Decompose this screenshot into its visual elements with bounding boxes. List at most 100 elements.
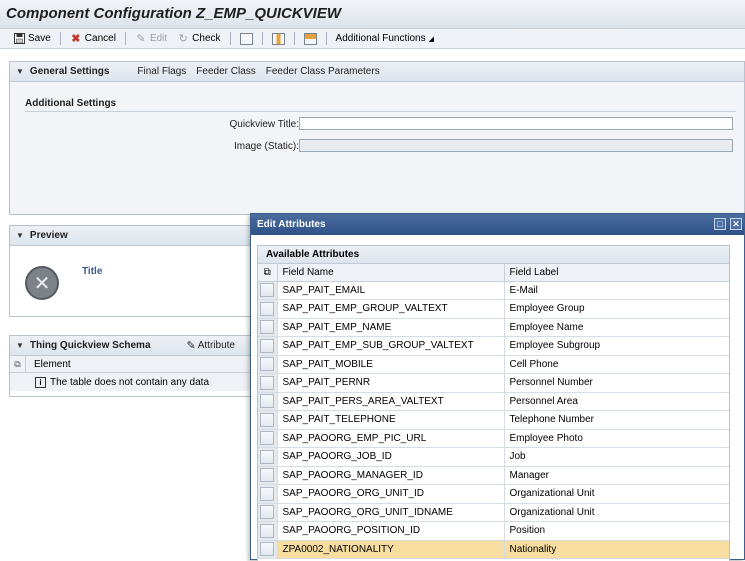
field-label-cell: Manager bbox=[504, 466, 729, 485]
row-selector[interactable] bbox=[258, 373, 278, 393]
row-selector[interactable] bbox=[258, 466, 278, 485]
row-selector-box[interactable] bbox=[260, 394, 275, 409]
row-selector[interactable] bbox=[258, 299, 278, 319]
feeder-class-parameters-link[interactable]: Feeder Class Parameters bbox=[266, 66, 380, 77]
general-settings-header[interactable]: ▼ General Settings Final Flags Feeder Cl… bbox=[10, 62, 744, 82]
table-row[interactable]: SAP_PAOORG_JOB_ID Job bbox=[258, 447, 729, 467]
info-icon: i bbox=[35, 376, 46, 388]
dialog-title-bar[interactable]: Edit Attributes □ ✕ bbox=[251, 214, 744, 235]
row-selector[interactable] bbox=[258, 336, 278, 356]
row-selector-box[interactable] bbox=[260, 449, 275, 464]
layout-button-rows[interactable] bbox=[299, 30, 322, 48]
row-selector[interactable] bbox=[258, 484, 278, 504]
toolbar-divider bbox=[293, 32, 295, 45]
table-row[interactable]: SAP_PAIT_EMP_GROUP_VALTEXT Employee Group bbox=[258, 299, 729, 319]
row-selector-box[interactable] bbox=[260, 283, 275, 298]
row-selector[interactable] bbox=[258, 447, 278, 467]
quickview-title-label: Quickview Title: bbox=[229, 119, 299, 130]
cancel-button[interactable]: ✖ Cancel bbox=[65, 30, 121, 48]
layout-button-columns[interactable] bbox=[267, 30, 290, 48]
field-label-cell: Telephone Number bbox=[504, 410, 729, 430]
section-divider bbox=[25, 111, 736, 112]
additional-functions-button[interactable]: Additional Functions ◢ bbox=[331, 30, 439, 48]
row-selector[interactable] bbox=[258, 281, 278, 300]
table-row[interactable]: SAP_PAIT_EMAIL E-Mail bbox=[258, 281, 729, 300]
row-selector-box[interactable] bbox=[260, 301, 275, 316]
row-selector-box[interactable] bbox=[260, 338, 275, 353]
feeder-class-link[interactable]: Feeder Class bbox=[196, 66, 255, 77]
layout-button-grid[interactable] bbox=[235, 30, 258, 48]
toolbar-divider bbox=[229, 32, 231, 45]
attribute-label: Attribute bbox=[197, 340, 235, 351]
quickview-title-input[interactable] bbox=[299, 117, 733, 130]
table-row[interactable]: SAP_PAIT_EMP_SUB_GROUP_VALTEXT Employee S… bbox=[258, 336, 729, 356]
field-name-cell: SAP_PAIT_PERS_AREA_VALTEXT bbox=[277, 392, 505, 411]
field-name-cell: SAP_PAOORG_JOB_ID bbox=[277, 447, 505, 467]
row-selector-box[interactable] bbox=[260, 375, 275, 390]
table-row[interactable]: SAP_PAIT_TELEPHONE Telephone Number bbox=[258, 410, 729, 430]
table-settings-icon[interactable]: ⧉ bbox=[10, 356, 26, 372]
final-flags-link[interactable]: Final Flags bbox=[137, 66, 186, 77]
edit-attributes-dialog: Edit Attributes □ ✕ Available Attributes… bbox=[250, 213, 745, 561]
schema-title: Thing Quickview Schema bbox=[29, 340, 151, 351]
layout-rows-icon bbox=[303, 32, 317, 45]
row-selector[interactable] bbox=[258, 318, 278, 337]
row-selector-box[interactable] bbox=[260, 468, 275, 483]
layout-grid-icon bbox=[239, 32, 253, 45]
general-settings-panel: ▼ General Settings Final Flags Feeder Cl… bbox=[9, 61, 745, 215]
toolbar-divider bbox=[124, 32, 126, 45]
row-selector[interactable] bbox=[258, 392, 278, 411]
table-row[interactable]: SAP_PAOORG_POSITION_ID Position bbox=[258, 521, 729, 541]
field-name-cell: SAP_PAOORG_ORG_UNIT_ID bbox=[277, 484, 505, 504]
table-row[interactable]: SAP_PAIT_PERNR Personnel Number bbox=[258, 373, 729, 393]
table-row[interactable]: SAP_PAOORG_EMP_PIC_URL Employee Photo bbox=[258, 429, 729, 448]
save-button[interactable]: Save bbox=[8, 30, 56, 48]
caret-icon: ◢ bbox=[428, 35, 434, 43]
maximize-icon[interactable]: □ bbox=[714, 218, 726, 230]
row-selector-box[interactable] bbox=[260, 431, 275, 446]
toolbar-divider bbox=[59, 32, 61, 45]
row-selector[interactable] bbox=[258, 355, 278, 374]
row-selector-box[interactable] bbox=[260, 320, 275, 335]
table-row[interactable]: SAP_PAOORG_ORG_UNIT_IDNAME Organizational… bbox=[258, 503, 729, 522]
table-row[interactable]: SAP_PAIT_MOBILE Cell Phone bbox=[258, 355, 729, 374]
row-selector-box[interactable] bbox=[260, 357, 275, 372]
dialog-title: Edit Attributes bbox=[257, 219, 326, 230]
row-selector[interactable] bbox=[258, 540, 278, 559]
field-label-cell: Personnel Number bbox=[504, 373, 729, 393]
table-row[interactable]: SAP_PAOORG_ORG_UNIT_ID Organizational Uni… bbox=[258, 484, 729, 504]
table-row[interactable]: SAP_PAIT_PERS_AREA_VALTEXT Personnel Area bbox=[258, 392, 729, 411]
row-selector[interactable] bbox=[258, 521, 278, 541]
field-name-cell: SAP_PAIT_PERNR bbox=[277, 373, 505, 393]
preview-item-title[interactable]: Title bbox=[82, 266, 102, 277]
row-selector[interactable] bbox=[258, 410, 278, 430]
image-static-input[interactable] bbox=[299, 139, 733, 152]
close-icon[interactable]: ✕ bbox=[730, 218, 742, 230]
row-selector-box[interactable] bbox=[260, 412, 275, 427]
attribute-button[interactable]: ✎ Attribute bbox=[187, 339, 235, 352]
collapse-triangle-icon[interactable]: ▼ bbox=[16, 67, 24, 76]
field-name-column-header[interactable]: Field Name bbox=[277, 264, 505, 282]
field-label-cell: Employee Photo bbox=[504, 429, 729, 448]
check-button[interactable]: ↻ Check bbox=[172, 30, 225, 48]
table-row[interactable]: ZPA0002_NATIONALITY Nationality bbox=[258, 540, 729, 559]
table-row[interactable]: SAP_PAOORG_MANAGER_ID Manager bbox=[258, 466, 729, 485]
field-label-column-header[interactable]: Field Label bbox=[504, 264, 729, 282]
collapse-triangle-icon[interactable]: ▼ bbox=[16, 231, 24, 240]
table-settings-icon[interactable]: ⧉ bbox=[258, 264, 278, 282]
row-selector[interactable] bbox=[258, 503, 278, 522]
row-selector[interactable] bbox=[258, 429, 278, 448]
toolbar-divider bbox=[261, 32, 263, 45]
table-row[interactable]: SAP_PAIT_EMP_NAME Employee Name bbox=[258, 318, 729, 337]
available-attributes-header: Available Attributes bbox=[258, 246, 729, 264]
pencil-icon: ✎ bbox=[136, 32, 146, 45]
collapse-triangle-icon[interactable]: ▼ bbox=[16, 341, 24, 350]
image-static-label: Image (Static): bbox=[233, 141, 299, 152]
row-selector-box[interactable] bbox=[260, 523, 275, 538]
additional-functions-label: Additional Functions bbox=[335, 33, 426, 44]
row-selector-box[interactable] bbox=[260, 542, 275, 557]
layout-columns-icon bbox=[271, 32, 285, 45]
row-selector-box[interactable] bbox=[260, 486, 275, 501]
edit-button[interactable]: ✎ Edit bbox=[130, 30, 172, 48]
row-selector-box[interactable] bbox=[260, 505, 275, 520]
